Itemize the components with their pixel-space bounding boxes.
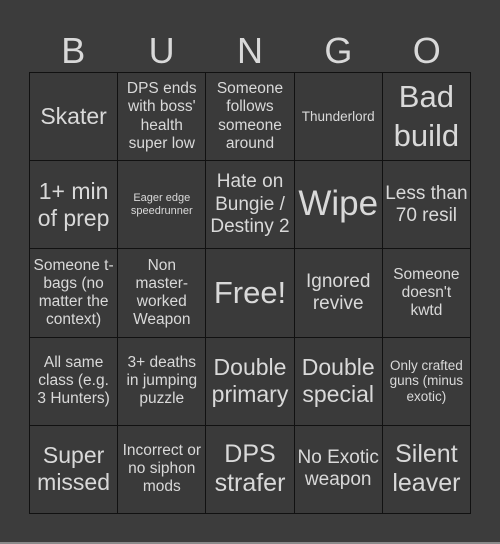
bingo-cell[interactable]: Thunderlord	[294, 73, 382, 161]
bingo-cell[interactable]: Someone t-bags (no matter the context)	[30, 249, 118, 337]
bingo-cell[interactable]: 1+ min of prep	[30, 161, 118, 249]
bingo-cell[interactable]: Non master-worked Weapon	[118, 249, 206, 337]
free-space-cell[interactable]: Free!	[206, 249, 294, 337]
bingo-cell[interactable]: All same class (e.g. 3 Hunters)	[30, 337, 118, 425]
bingo-cell[interactable]: Skater	[30, 73, 118, 161]
bingo-cell[interactable]: No Exotic weapon	[294, 425, 382, 513]
bingo-cell[interactable]: Hate on Bungie / Destiny 2	[206, 161, 294, 249]
bingo-cell[interactable]: 3+ deaths in jumping puzzle	[118, 337, 206, 425]
header-letter-b: B	[61, 30, 86, 71]
header-letter-o: O	[412, 30, 441, 71]
bingo-cell[interactable]: Ignored revive	[294, 249, 382, 337]
bingo-cell[interactable]: Double special	[294, 337, 382, 425]
bingo-cell[interactable]: Only crafted guns (minus exotic)	[382, 337, 470, 425]
bingo-cell[interactable]: Silent leaver	[382, 425, 470, 513]
header-letter-n: N	[236, 30, 263, 71]
bingo-cell[interactable]: Less than 70 resil	[382, 161, 470, 249]
bingo-cell[interactable]: Bad build	[382, 73, 470, 161]
bingo-board: Skater DPS ends with boss' health super …	[29, 72, 471, 514]
header-letter-u: U	[148, 30, 175, 71]
bingo-header: B U N G O	[29, 30, 471, 72]
bingo-cell[interactable]: DPS strafer	[206, 425, 294, 513]
bingo-cell[interactable]: Super missed	[30, 425, 118, 513]
bingo-cell[interactable]: Eager edge speedrunner	[118, 161, 206, 249]
bingo-cell[interactable]: Someone doesn't kwtd	[382, 249, 470, 337]
bingo-cell[interactable]: Someone follows someone around	[206, 73, 294, 161]
bingo-cell[interactable]: DPS ends with boss' health super low	[118, 73, 206, 161]
bingo-cell[interactable]: Double primary	[206, 337, 294, 425]
bingo-cell[interactable]: Incorrect or no siphon mods	[118, 425, 206, 513]
bingo-cell[interactable]: Wipe	[294, 161, 382, 249]
header-letter-g: G	[324, 30, 353, 71]
